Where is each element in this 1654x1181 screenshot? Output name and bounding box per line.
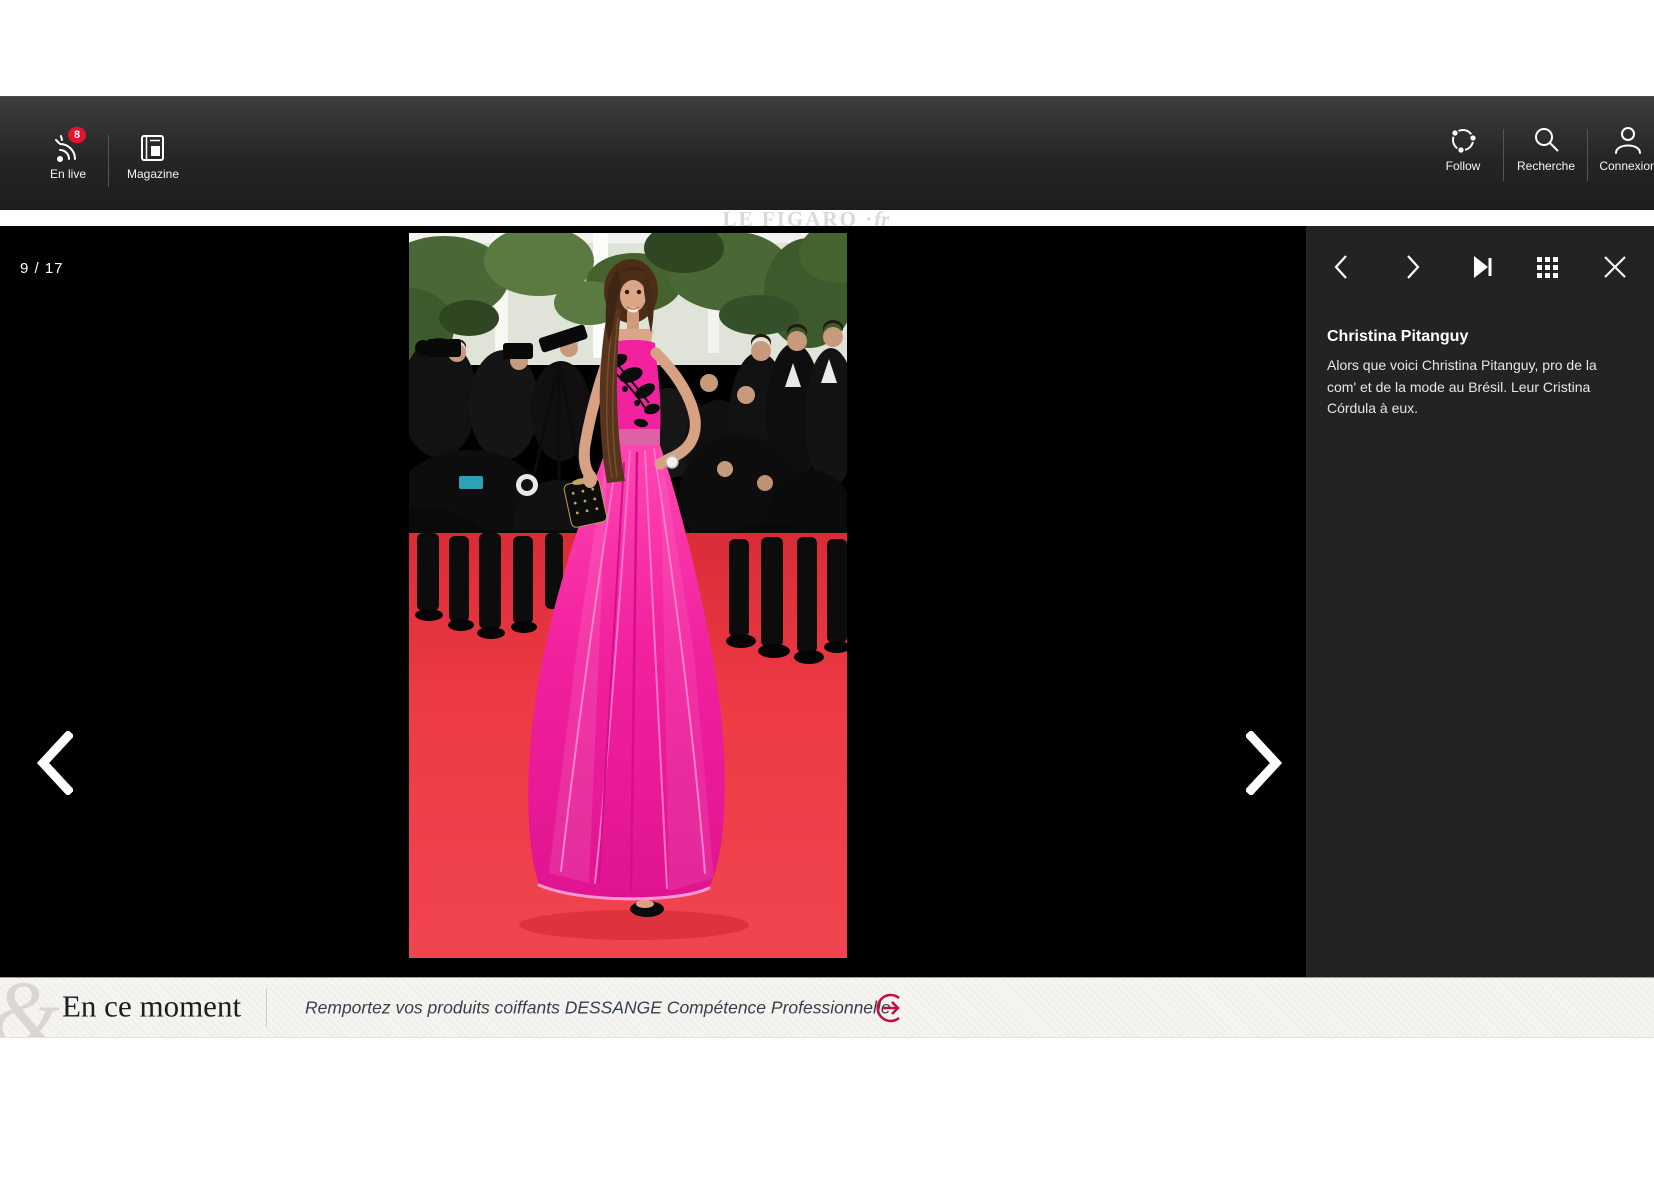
header-divider <box>1587 129 1588 181</box>
live-label: En live <box>38 167 98 181</box>
follow-network-icon <box>1432 125 1494 155</box>
magazine-label: Magazine <box>118 167 188 181</box>
control-slideshow-play-icon[interactable] <box>1470 254 1496 280</box>
magazine-icon <box>118 133 188 163</box>
search-icon <box>1510 125 1582 155</box>
slide-counter: 9 / 17 <box>20 260 64 277</box>
header-divider <box>1503 129 1504 181</box>
header-divider <box>108 135 109 187</box>
slide-title: Christina Pitanguy <box>1327 328 1627 346</box>
page: 8 En live Magazine LE FIGARO ·fr madame <box>0 0 1654 1181</box>
search-label: Recherche <box>1510 159 1582 173</box>
search-button[interactable]: Recherche <box>1510 125 1582 173</box>
follow-label: Follow <box>1432 159 1494 173</box>
promo-bar: & En ce moment Remportez vos produits co… <box>0 977 1654 1038</box>
caption-sidebar: Christina Pitanguy Alors que voici Chris… <box>1306 226 1654 977</box>
follow-button[interactable]: Follow <box>1432 125 1494 173</box>
ampersand-glyph: & <box>0 977 60 1038</box>
control-previous-icon[interactable] <box>1328 254 1354 280</box>
magazine-button[interactable]: Magazine <box>118 133 188 181</box>
previous-slide-arrow[interactable] <box>37 731 73 795</box>
slide-caption: Alors que voici Christina Pitanguy, pro … <box>1327 355 1627 420</box>
promo-arrow-icon[interactable] <box>872 991 906 1025</box>
site-header: 8 En live Magazine LE FIGARO ·fr madame <box>0 96 1654 210</box>
control-next-icon[interactable] <box>1400 254 1426 280</box>
control-close-icon[interactable] <box>1602 254 1628 280</box>
next-slide-arrow[interactable] <box>1246 731 1282 795</box>
slide-photo[interactable] <box>409 233 847 958</box>
live-button[interactable]: 8 En live <box>38 133 98 181</box>
login-button[interactable]: Connexion <box>1592 125 1654 173</box>
gallery-controls <box>1306 244 1654 290</box>
section-title: En ce moment <box>62 988 241 1024</box>
login-label: Connexion <box>1592 159 1654 173</box>
live-count-badge: 8 <box>68 127 86 143</box>
promo-divider <box>266 988 267 1027</box>
photo-gallery: 9 / 17 <box>0 226 1654 977</box>
user-icon <box>1592 125 1654 155</box>
promo-link[interactable]: Remportez vos produits coiffants DESSANG… <box>305 997 891 1018</box>
control-thumbnails-grid-icon[interactable] <box>1534 254 1560 280</box>
